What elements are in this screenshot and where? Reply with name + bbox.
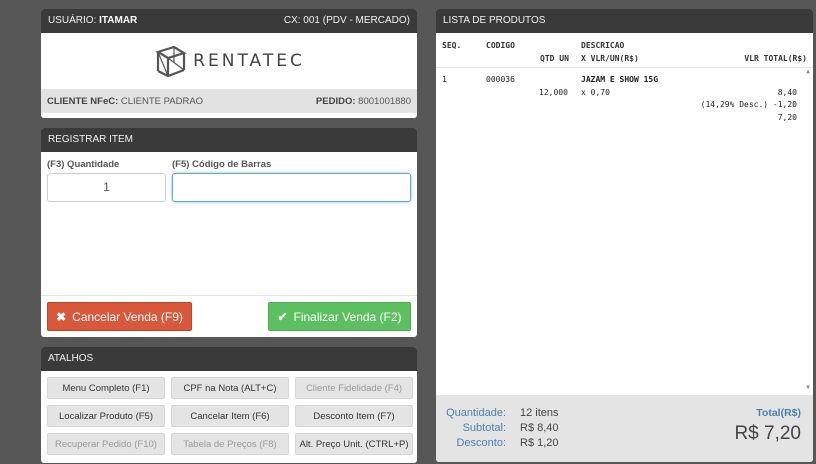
item-bruto: 8,40 (777, 88, 797, 97)
item-seq: 1 (442, 75, 447, 84)
item-codigo: 000036 (486, 75, 515, 84)
quantity-total-label: Quantidade: (446, 407, 506, 419)
check-icon: ✔ (277, 309, 288, 324)
quantity-input[interactable]: 1 (47, 173, 166, 202)
order-label: PEDIDO: (315, 95, 356, 107)
discount-value: R$ 1,20 (520, 437, 559, 449)
barcode-input[interactable] (172, 173, 411, 202)
item-total: 7,20 (777, 113, 797, 122)
shortcut-recuperar-pedido[interactable]: Recuperar Pedido (F10) (47, 433, 165, 455)
cancel-sale-label: Cancelar Venda (F9) (72, 309, 183, 324)
logo: RENTATEC (41, 33, 417, 89)
shortcuts-title: ATALHOS (41, 347, 417, 371)
user-name: ITAMAR (99, 15, 138, 26)
item-vlr-un: x 0,70 (581, 88, 610, 97)
session-panel: USUÁRIO: ITAMAR CX: 001 (PDV - MERCADO) … (41, 9, 417, 118)
client-value: CLIENTE PADRAO (120, 95, 204, 107)
cube-logo-icon (155, 45, 187, 78)
cancel-sale-button[interactable]: ✖ Cancelar Venda (F9) (47, 302, 192, 331)
client-info: CLIENTE NFeC: CLIENTE PADRAO (47, 96, 203, 107)
col-vlr-total: VLR TOTAL(R$) (744, 54, 807, 63)
session-header: USUÁRIO: ITAMAR CX: 001 (PDV - MERCADO) (41, 9, 417, 33)
subtotal-label: Subtotal: (462, 422, 506, 434)
shortcut-desconto-item[interactable]: Desconto Item (F7) (295, 405, 413, 427)
quantity-total-value: 12 itens (520, 407, 559, 419)
item-descricao: JAZAM E SHOW 15G (581, 75, 659, 84)
list-scrollbar[interactable]: ▲ ▼ (804, 68, 812, 392)
client-label: CLIENTE NFeC: (47, 95, 119, 107)
product-list-title: LISTA DE PRODUTOS (436, 9, 813, 33)
subtotal-value: R$ 8,40 (520, 422, 559, 434)
shortcut-cliente-fidelidade[interactable]: Cliente Fidelidade (F4) (295, 377, 413, 399)
shortcut-cancelar-item[interactable]: Cancelar Item (F6) (171, 405, 289, 427)
finish-sale-label: Finalizar Venda (F2) (293, 309, 402, 324)
product-list-body[interactable]: 1 000036 JAZAM E SHOW 15G 12,000 x 0,70 … (436, 68, 813, 392)
col-qtd-un: QTD UN (540, 54, 569, 63)
shortcut-alt-preco-unit[interactable]: Alt. Preço Unit. (CTRL+P) (295, 433, 413, 455)
product-list-panel: LISTA DE PRODUTOS SEQ. CODIGO DESCRICAO … (436, 9, 813, 462)
total-value: R$ 7,20 (734, 423, 801, 444)
shortcut-menu-completo[interactable]: Menu Completo (F1) (47, 377, 165, 399)
product-list-header: SEQ. CODIGO DESCRICAO QTD UN X VLR/UN(R$… (436, 33, 813, 68)
register-item-panel: REGISTRAR ITEM (F3) Quantidade (F5) Códi… (41, 128, 417, 337)
register-item-title: REGISTRAR ITEM (41, 128, 417, 152)
shortcuts-panel: ATALHOS Menu Completo (F1) CPF na Nota (… (41, 347, 417, 463)
client-order-bar: CLIENTE NFeC: CLIENTE PADRAO PEDIDO: 800… (41, 89, 417, 113)
item-desconto: (14,29% Desc.) -1,20 (700, 100, 797, 109)
close-icon: ✖ (56, 309, 67, 324)
caixa-info: CX: 001 (PDV - MERCADO) (283, 15, 410, 26)
shortcut-tabela-precos[interactable]: Tabela de Preços (F8) (171, 433, 289, 455)
discount-label: Desconto: (456, 437, 506, 449)
barcode-label: (F5) Código de Barras (172, 159, 272, 170)
finish-sale-button[interactable]: ✔ Finalizar Venda (F2) (268, 302, 411, 331)
user-label: USUÁRIO: (48, 15, 97, 26)
item-qtd: 12,000 (539, 88, 568, 97)
quantity-label: (F3) Quantidade (47, 159, 120, 170)
shortcut-localizar-produto[interactable]: Localizar Produto (F5) (47, 405, 165, 427)
totals-area: Quantidade: 12 itens Subtotal: R$ 8,40 D… (436, 395, 813, 462)
order-value: 8001001880 (358, 95, 411, 107)
total-label: Total(R$) (756, 407, 801, 419)
order-info: PEDIDO: 8001001880 (316, 96, 411, 107)
col-descricao: DESCRICAO (581, 41, 625, 50)
col-seq: SEQ. (442, 41, 462, 50)
scroll-down-icon[interactable]: ▼ (804, 384, 812, 392)
col-codigo: CODIGO (486, 41, 515, 50)
col-vlr-un: X VLR/UN(R$) (581, 54, 639, 63)
user-info: USUÁRIO: ITAMAR (48, 9, 137, 33)
shortcut-cpf-na-nota[interactable]: CPF na Nota (ALT+C) (171, 377, 289, 399)
logo-text: RENTATEC (193, 51, 305, 71)
scroll-up-icon[interactable]: ▲ (804, 68, 812, 76)
